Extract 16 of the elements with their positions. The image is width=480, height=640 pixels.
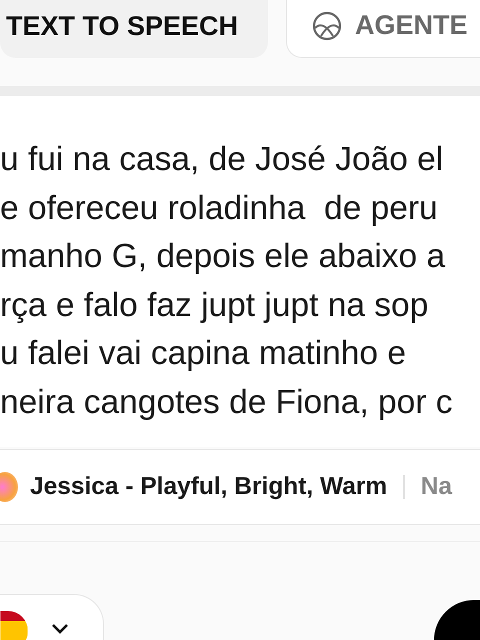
- chevron-down-icon: [50, 622, 70, 634]
- text-line: u falei vai capina matinho e: [0, 334, 407, 374]
- text-line: u fui na casa, de José João el: [0, 140, 444, 180]
- mode-tab[interactable]: TEXT TO SPEECH: [0, 0, 268, 58]
- text-line: e ofereceu roladinha de peru: [0, 188, 439, 228]
- mode-tab[interactable]: AGENTE: [286, 0, 480, 58]
- text-line: manho G, depois ele abaixo a: [0, 237, 446, 277]
- text-line: rça e falo faz jupt jupt na sop: [0, 286, 430, 326]
- flag-icon: [0, 610, 28, 640]
- voice-selector[interactable]: Jessica - Playful, Bright, Warm Na: [0, 449, 480, 525]
- voice-option: Na: [420, 473, 452, 501]
- language-selector[interactable]: [0, 594, 104, 640]
- text-line: neira cangotes de Fiona, por c: [0, 382, 454, 422]
- globe-icon: [311, 10, 343, 42]
- voice-name: Jessica - Playful, Bright, Warm: [30, 473, 388, 501]
- text-editor[interactable]: u fui na casa, de José João el e ofereceu roladinha de peru manho G, depois ele abaixo a rça e falo faz jupt jupt na sop u falei vai capina matinho e neira cangotes de Fiona, por c: [0, 96, 480, 447]
